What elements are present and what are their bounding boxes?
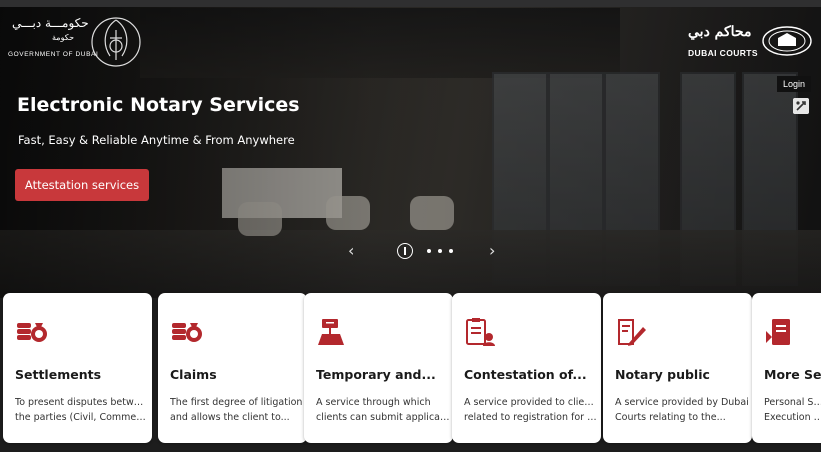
- claims-icon: [172, 323, 202, 342]
- card-desc-line: The first degree of litigation: [170, 397, 303, 408]
- hero-banner: حكومـــة دبـــي حكومة GOVERNMENT OF DUBA…: [0, 0, 821, 298]
- service-card-settlements[interactable]: Settlements To present disputes between …: [3, 293, 152, 443]
- card-desc-line: Personal Statu: [764, 397, 821, 408]
- carousel-dot[interactable]: [449, 249, 453, 253]
- card-description: A service provided by Dubai Courts relat…: [615, 395, 749, 425]
- chevron-left-icon[interactable]: ‹: [348, 243, 354, 259]
- carousel-pause-icon[interactable]: [397, 243, 413, 259]
- service-card-notary-public[interactable]: Notary public A service provided by Duba…: [603, 293, 752, 443]
- hero-title: Electronic Notary Services: [17, 94, 300, 116]
- service-card-temporary[interactable]: Temporary and... A service through which…: [304, 293, 453, 443]
- gov-emblem-icon: [91, 17, 141, 67]
- card-description: A service provided to clients related to…: [464, 395, 598, 425]
- card-desc-line: A service provided to clients: [464, 397, 598, 408]
- hero-subtitle: Fast, Easy & Reliable Anytime & From Any…: [18, 133, 295, 147]
- card-desc-line: related to registration for all...: [464, 412, 598, 423]
- more-services-icon: [766, 319, 790, 345]
- carousel-dot[interactable]: [427, 249, 431, 253]
- card-title: Notary public: [615, 367, 710, 382]
- chevron-right-icon[interactable]: ›: [489, 243, 495, 259]
- login-button[interactable]: Login: [777, 76, 811, 92]
- card-title: Contestation of...: [464, 367, 587, 382]
- settlements-icon: [17, 323, 47, 342]
- card-desc-line: the parties (Civil, Commercia...: [15, 412, 149, 423]
- top-strip: [0, 0, 821, 7]
- gov-english-text: GOVERNMENT OF DUBAI: [8, 51, 99, 58]
- card-desc-line: clients can submit applicato...: [316, 412, 450, 423]
- gov-arabic-subtext: حكومة: [52, 33, 75, 42]
- courts-arabic-text: محاكم دبي: [688, 24, 752, 40]
- service-card-contestation[interactable]: Contestation of... A service provided to…: [452, 293, 601, 443]
- card-description: To present disputes between the parties …: [15, 395, 149, 425]
- card-desc-line: A service provided by Dubai: [615, 397, 749, 408]
- temporary-icon: [318, 319, 344, 345]
- service-card-more-services[interactable]: More Serv Personal Statu Execution of J: [752, 293, 821, 443]
- attestation-services-button[interactable]: Attestation services: [15, 169, 149, 201]
- card-desc-line: To present disputes between: [15, 397, 149, 408]
- notary-public-icon: [618, 319, 646, 346]
- card-title: More Serv: [764, 367, 821, 382]
- card-desc-line: and allows the client to...: [170, 412, 290, 423]
- dubai-courts-logo[interactable]: محاكم دبي DUBAI COURTS: [688, 24, 813, 64]
- carousel-dot[interactable]: [438, 249, 442, 253]
- card-desc-line: Execution of J: [764, 412, 821, 423]
- card-description: The first degree of litigation and allow…: [170, 395, 304, 425]
- card-desc-line: A service through which: [316, 397, 431, 408]
- accessibility-icon[interactable]: [793, 98, 809, 114]
- courts-emblem-icon: [762, 26, 812, 56]
- card-description: A service through which clients can subm…: [316, 395, 450, 425]
- gov-arabic-text: حكومـــة دبـــي: [12, 16, 90, 30]
- contestation-icon: [466, 318, 495, 346]
- card-desc-line: Courts relating to the...: [615, 412, 726, 423]
- card-title: Temporary and...: [316, 367, 436, 382]
- card-title: Claims: [170, 367, 217, 382]
- courts-english-text: DUBAI COURTS: [688, 48, 758, 58]
- government-of-dubai-logo[interactable]: حكومـــة دبـــي حكومة GOVERNMENT OF DUBA…: [8, 12, 143, 72]
- card-title: Settlements: [15, 367, 102, 382]
- service-card-claims[interactable]: Claims The first degree of litigation an…: [158, 293, 307, 443]
- card-description: Personal Statu Execution of J: [764, 395, 821, 425]
